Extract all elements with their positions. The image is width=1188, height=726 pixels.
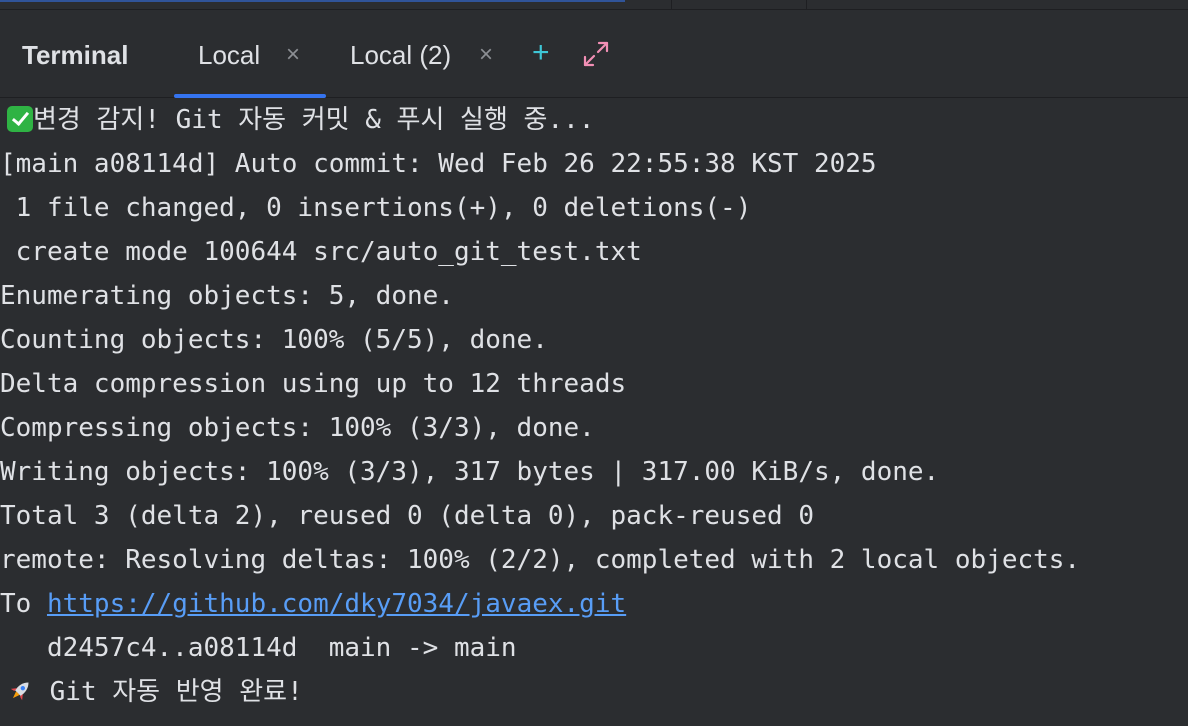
terminal-line: Compressing objects: 100% (3/3), done.	[0, 413, 595, 443]
terminal-line: 변경 감지! Git 자동 커밋 & 푸시 실행 중...	[0, 98, 594, 142]
top-editor-strip	[0, 0, 1188, 10]
terminal-tab-bar: Terminal Local × Local (2) × +	[0, 10, 1188, 98]
terminal-line: Git 자동 반영 완료!	[0, 670, 303, 714]
terminal-line: Enumerating objects: 5, done.	[0, 281, 454, 311]
terminal-line: create mode 100644 src/auto_git_test.txt	[0, 237, 642, 267]
terminal-line: Delta compression using up to 12 threads	[0, 369, 627, 399]
repo-link[interactable]: https://github.com/dky7034/javaex.git	[47, 589, 626, 619]
tab-divider	[671, 0, 672, 9]
line-text: 변경 감지! Git 자동 커밋 & 푸시 실행 중...	[33, 105, 595, 135]
terminal-line: Counting objects: 100% (5/5), done.	[0, 325, 548, 355]
tab-label: Local (2)	[350, 40, 452, 70]
tab-local-2[interactable]: Local (2) ×	[326, 10, 516, 97]
toolwindow-title: Terminal	[22, 40, 129, 70]
tab-label: Local	[198, 40, 261, 70]
tab-divider	[806, 0, 807, 9]
terminal-line: Writing objects: 100% (3/3), 317 bytes |…	[0, 457, 940, 487]
terminal-line: remote: Resolving deltas: 100% (2/2), co…	[0, 545, 1081, 575]
plus-icon[interactable]: +	[532, 38, 550, 68]
maximize-icon[interactable]	[582, 40, 610, 68]
terminal-line: Total 3 (delta 2), reused 0 (delta 0), p…	[0, 501, 814, 531]
close-icon[interactable]: ×	[479, 42, 493, 68]
check-icon	[7, 106, 33, 132]
terminal-output[interactable]: 변경 감지! Git 자동 커밋 & 푸시 실행 중... [main a081…	[0, 98, 1188, 726]
tab-local[interactable]: Local ×	[174, 10, 326, 98]
line-text: To	[0, 589, 47, 619]
terminal-line: To https://github.com/dky7034/javaex.git	[0, 582, 626, 626]
terminal-line: 1 file changed, 0 insertions(+), 0 delet…	[0, 193, 752, 223]
editor-scroll-indicator	[0, 0, 625, 2]
line-text: Git 자동 반영 완료!	[34, 677, 303, 707]
close-icon[interactable]: ×	[286, 42, 300, 68]
rocket-icon	[10, 682, 29, 701]
terminal-line: d2457c4..a08114d main -> main	[0, 633, 517, 663]
terminal-line: [main a08114d] Auto commit: Wed Feb 26 2…	[0, 149, 877, 179]
